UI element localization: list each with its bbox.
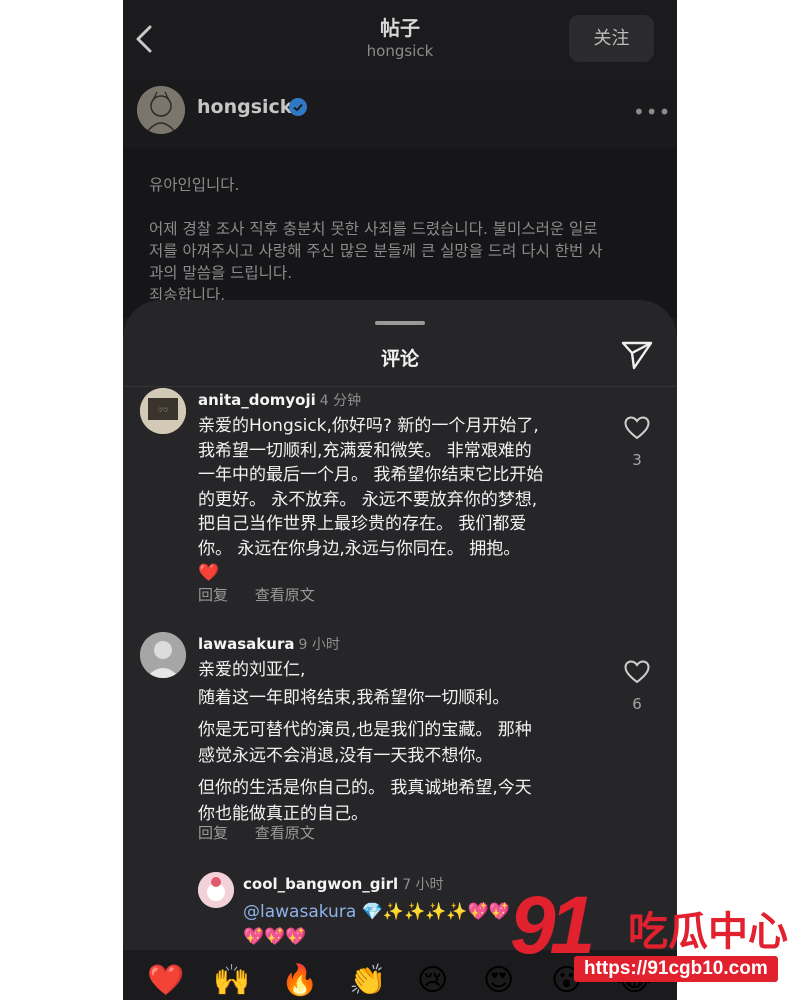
commenter-avatar[interactable] [198,872,234,908]
comment-emoji: ❤️ [198,563,220,583]
comment-username[interactable]: anita_domyoji 4 分钟 [198,390,361,410]
comment-username[interactable]: lawasakura 9 小时 [198,634,340,654]
comment-item: lawasakura 9 小时 亲爱的刘亚仁, 随着这一年即将结束,我希望你一切顺… [123,632,677,862]
comment-emojis: 💎✨✨✨✨💖💖 [361,902,510,922]
post-caption: 유아인입니다. 어제 경찰 조사 직후 충분치 못한 사죄를 드렸습니다. 불미… [123,148,677,318]
comment-timestamp: 7 小时 [402,877,444,893]
emoji-clap-button[interactable]: 👏 [349,964,386,998]
watermark-url: https://91cgb10.com [574,956,778,982]
comment-line: 我希望一切顺利,充满爱和微笑。 非常艰难的 [198,440,532,461]
top-navigation-bar: 帖子 hongsick 关注 [123,0,677,78]
follow-button[interactable]: 关注 [569,15,654,62]
post-line: 과의 말씀을 드립니다. [149,264,293,282]
post-line: 어제 경찰 조사 직후 충분치 못한 사죄를 드렸습니다. 불미스러운 일로 [149,220,598,238]
post-author-row: hongsick ••• [123,78,677,148]
phone-screen: 帖子 hongsick 关注 hongsick ••• 유아인입니다. 어제 경… [123,0,677,1000]
comment-line: 把自己当作世界上最珍贵的存在。 我们都爱 [198,514,527,534]
comment-timestamp: 9 小时 [298,637,340,653]
comment-line: 感觉永远不会消退,没有一天我不想你。 [198,746,493,766]
sheet-title: 评论 [380,348,419,370]
commenter-avatar[interactable]: ♡♡ [140,388,186,434]
verified-badge-icon [289,98,307,116]
comment-line: 一年中的最后一个月。 我希望你结束它比开始 [198,465,544,485]
emoji-fire-button[interactable]: 🔥 [281,964,318,998]
comment-line: 亲爱的刘亚仁, [198,660,306,680]
comment-line: 亲爱的Hongsick,你好吗? 新的一个月开始了, [198,416,539,436]
like-heart-icon[interactable] [624,416,650,440]
post-line: 저를 아껴주시고 사랑해 주신 많은 분들께 큰 실망을 드려 다시 한번 사 [149,242,603,260]
comment-line: 你是无可替代的演员,也是我们的宝藏。 那种 [198,720,532,740]
like-heart-icon[interactable] [624,660,650,684]
comment-text: 亲爱的Hongsick,你好吗? 新的一个月开始了, 我希望一切顺利,充满爱和微… [198,414,598,586]
mention-link[interactable]: @lawasakura [243,902,356,922]
post-line: 유아인입니다. [149,176,240,194]
comment-emojis: 💖💖💖 [243,926,307,947]
comment-item: ♡♡ anita_domyoji 4 分钟 亲爱的Hongsick,你好吗? 新的… [123,386,677,616]
watermark-logo: 91 吃瓜中心 https://91cgb10.com [510,876,800,991]
comment-actions: 回复 查看原文 [198,584,337,605]
emoji-crying-button[interactable]: 😢 [417,964,448,998]
comment-line: 但你的生活是你自己的。 我真诚地希望,今天 [198,778,532,798]
see-original-button[interactable]: 查看原文 [255,586,315,604]
more-options-icon[interactable]: ••• [633,100,671,124]
comment-line: 随着这一年即将结束,我希望你一切顺利。 [198,688,510,708]
comment-username[interactable]: cool_bangwon_girl 7 小时 [243,874,444,894]
commenter-avatar[interactable] [140,632,186,678]
sheet-drag-handle[interactable] [375,321,425,325]
comment-line: 的更好。 永不放弃。 永远不要放弃你的梦想, [198,489,538,510]
emoji-heart-button[interactable]: ❤️ [147,964,184,998]
see-original-button[interactable]: 查看原文 [255,824,315,842]
share-send-icon[interactable] [621,340,653,370]
reply-button[interactable]: 回复 [198,824,228,842]
author-username[interactable]: hongsick [197,96,292,118]
like-count: 3 [632,451,642,469]
author-avatar[interactable] [137,86,185,134]
reply-button[interactable]: 回复 [198,586,228,604]
watermark-text: 吃瓜中心 [628,909,788,955]
svg-text:♡♡: ♡♡ [158,407,169,414]
comment-actions: 回复 查看原文 [198,822,337,843]
comment-text: @lawasakura 💎✨✨✨✨💖💖 💖💖💖 [243,900,543,949]
emoji-raised-hands-button[interactable]: 🙌 [213,964,250,998]
comment-timestamp: 4 分钟 [319,393,362,409]
comment-text: 亲爱的刘亚仁, 随着这一年即将结束,我希望你一切顺利。 你是无可替代的演员,也是… [198,657,598,827]
like-count: 6 [632,695,642,713]
comment-line: 你。 永远在你身边,永远与你同在。 拥抱。 [198,538,521,559]
